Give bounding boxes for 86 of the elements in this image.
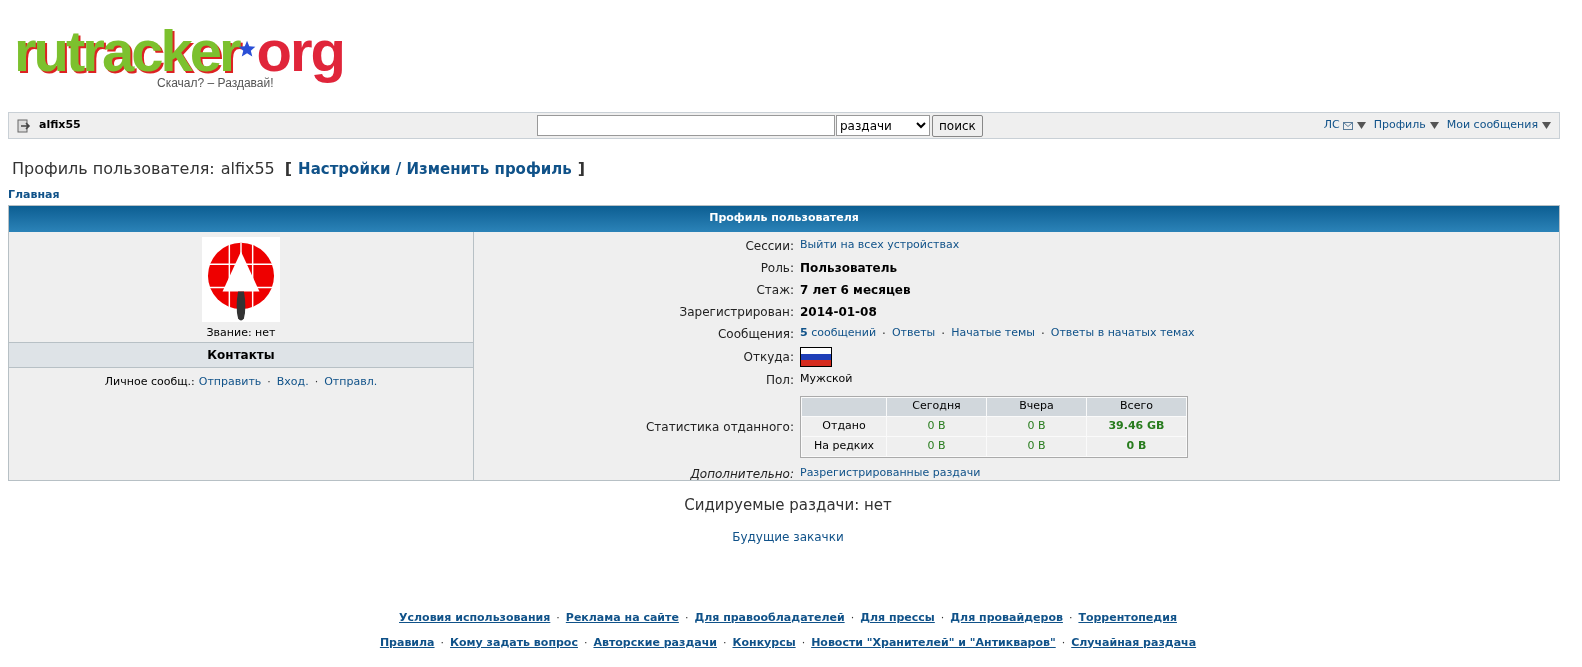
search-button[interactable]: поиск bbox=[932, 114, 983, 137]
separator: · bbox=[440, 634, 445, 651]
footer-link[interactable]: Условия использования bbox=[399, 610, 551, 627]
separator: · bbox=[1040, 325, 1045, 343]
separator: · bbox=[583, 634, 588, 651]
footer-link[interactable]: Случайная раздача bbox=[1071, 634, 1197, 651]
menu-link[interactable]: ЛС bbox=[1323, 117, 1340, 134]
separator: · bbox=[1068, 610, 1073, 626]
bracket: ] bbox=[577, 158, 586, 180]
messages-link[interactable]: Ответы в начатых темах bbox=[1050, 325, 1195, 342]
footer-link[interactable]: Реклама на сайте bbox=[565, 610, 679, 627]
table-cell: 0 B bbox=[987, 416, 1086, 436]
username-link[interactable]: alfix55 bbox=[39, 117, 81, 134]
future-downloads-link[interactable]: Будущие закачки bbox=[732, 528, 844, 546]
caret-icon bbox=[1542, 122, 1551, 129]
footer-link[interactable]: Для прессы bbox=[860, 610, 935, 627]
footer-link[interactable]: Правила bbox=[379, 634, 435, 651]
field-link[interactable]: Выйти на всех устройствах bbox=[800, 237, 960, 254]
seeding-heading: Сидируемые раздачи: нет bbox=[684, 494, 892, 516]
envelope-icon bbox=[1342, 121, 1353, 130]
field-value: Пользователь bbox=[800, 259, 898, 277]
column-header: Сегодня bbox=[887, 397, 986, 416]
panel-header: Профиль пользователя bbox=[9, 205, 1559, 232]
contact-link[interactable]: Отправл. bbox=[324, 373, 378, 390]
field-value: 7 лет 6 месяцев bbox=[800, 281, 911, 299]
caret-icon bbox=[1429, 122, 1439, 129]
caret-icon bbox=[1356, 122, 1366, 129]
title-username: alfix55 bbox=[220, 158, 275, 180]
logout-icon[interactable] bbox=[17, 118, 31, 133]
messages-link[interactable]: Начатые темы bbox=[951, 325, 1035, 342]
contact-label: Личное сообщ.: bbox=[104, 373, 195, 390]
dropdown-caret-icon bbox=[916, 122, 926, 129]
separator: · bbox=[314, 373, 319, 390]
contact-link[interactable]: Отправить bbox=[198, 373, 262, 390]
field-label: Стаж: bbox=[755, 281, 794, 299]
messages-link[interactable]: 5 сообщений bbox=[800, 325, 877, 342]
contacts-header: Контакты bbox=[9, 341, 473, 368]
separator: · bbox=[723, 634, 727, 651]
table-cell: 0 B bbox=[987, 436, 1086, 456]
separator: · bbox=[267, 373, 271, 390]
separator: · bbox=[882, 325, 886, 343]
menu-link[interactable]: Профиль bbox=[1373, 117, 1426, 134]
column-header: Вчера bbox=[987, 397, 1086, 416]
footer-link[interactable]: Авторские раздачи bbox=[593, 634, 717, 651]
footer-link[interactable]: Новости "Хранителей" и "Антикваров" bbox=[811, 634, 1056, 651]
footer-link[interactable]: Торрентопедия bbox=[1078, 610, 1177, 627]
footer-link[interactable]: Для провайдеров bbox=[950, 610, 1063, 627]
footer-link[interactable]: Для правообладателей bbox=[694, 610, 845, 627]
separator: · bbox=[1061, 634, 1066, 651]
field-label: Роль: bbox=[759, 259, 794, 277]
messages-link[interactable]: Ответы bbox=[891, 325, 936, 342]
separator: · bbox=[556, 610, 560, 626]
rank-text: Звание: нет bbox=[206, 325, 276, 341]
field-label: Дополнительно: bbox=[689, 465, 794, 483]
menu-link[interactable]: Мои сообщения bbox=[1446, 117, 1538, 134]
bracket: [ bbox=[284, 158, 293, 180]
separator: · bbox=[850, 610, 855, 626]
settings-link[interactable]: Настройки / Изменить профиль bbox=[298, 158, 572, 181]
contact-link[interactable]: Вход. bbox=[276, 373, 309, 390]
flag-icon bbox=[800, 346, 832, 367]
table-cell: 39.46 GB bbox=[1087, 416, 1186, 436]
separator: · bbox=[941, 325, 946, 343]
field-label: Пол: bbox=[764, 371, 794, 389]
category-select[interactable]: раздачи bbox=[836, 115, 930, 136]
table-cell: 0 B bbox=[1087, 436, 1186, 456]
row-label: На редких bbox=[802, 436, 886, 456]
breadcrumb-link[interactable]: Главная bbox=[8, 188, 60, 201]
row-label: Отдано bbox=[802, 416, 886, 436]
separator: · bbox=[801, 634, 806, 651]
separator: · bbox=[684, 610, 689, 626]
field-link[interactable]: Разрегистрированные раздачи bbox=[800, 465, 981, 482]
footer-link[interactable]: Кому задать вопрос bbox=[450, 634, 578, 651]
field-value: 2014-01-08 bbox=[800, 303, 877, 321]
page-title: Профиль пользователя: bbox=[12, 158, 215, 180]
table-cell: 0 B bbox=[887, 436, 986, 456]
field-label: Откуда: bbox=[742, 348, 794, 366]
field-label: Статистика отданного: bbox=[644, 418, 794, 436]
field-label: Сессии: bbox=[744, 237, 794, 255]
field-label: Зарегистрирован: bbox=[678, 303, 794, 321]
field-value: Мужской bbox=[800, 371, 853, 388]
footer-link[interactable]: Конкурсы bbox=[732, 634, 796, 651]
separator: · bbox=[940, 610, 945, 626]
field-label: Сообщения: bbox=[716, 325, 794, 343]
column-header: Всего bbox=[1087, 397, 1186, 416]
search-field[interactable] bbox=[537, 115, 835, 136]
table-cell: 0 B bbox=[887, 416, 986, 436]
